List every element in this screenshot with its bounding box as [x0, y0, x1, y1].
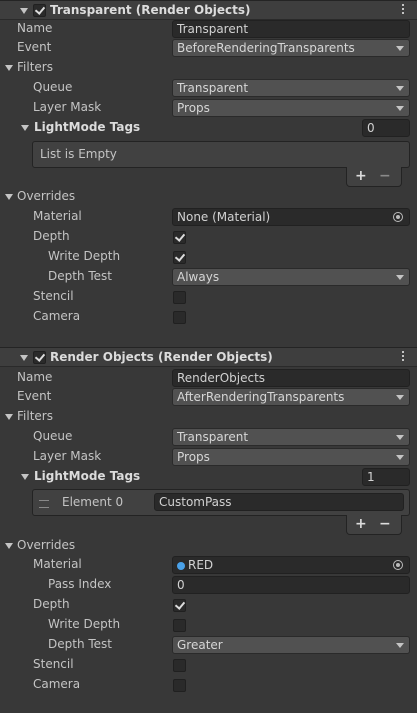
stencil-label: Stencil: [33, 657, 74, 671]
layer-mask-label: Layer Mask: [33, 449, 102, 463]
material-value: RED: [188, 558, 214, 572]
queue-dropdown[interactable]: Transparent: [172, 428, 410, 446]
overrides-foldout-icon[interactable]: [5, 194, 13, 200]
feature2-enabled-checkbox[interactable]: [33, 351, 46, 364]
lightmode-tags-label: LightMode Tags: [34, 469, 141, 483]
depth-label: Depth: [33, 597, 70, 611]
chevron-down-icon: [396, 46, 404, 51]
stencil-checkbox[interactable]: [173, 659, 186, 672]
remove-element-button[interactable]: −: [379, 168, 391, 184]
write-depth-checkbox[interactable]: [173, 619, 186, 632]
event-dropdown[interactable]: BeforeRenderingTransparents: [172, 39, 410, 57]
feature2-header[interactable]: Render Objects (Render Objects): [0, 347, 417, 367]
stencil-label: Stencil: [33, 289, 74, 303]
write-depth-label: Write Depth: [48, 617, 121, 631]
material-value: None (Material): [177, 210, 271, 224]
element-0-label: Element 0: [62, 495, 124, 509]
depth-test-dropdown[interactable]: Always: [172, 268, 410, 286]
chevron-down-icon: [396, 435, 404, 440]
chevron-down-icon: [396, 86, 404, 91]
name-field[interactable]: Transparent: [172, 20, 410, 38]
object-picker-icon[interactable]: [393, 212, 403, 222]
depth-test-value: Always: [177, 270, 220, 284]
list-add-remove-bar: + −: [346, 167, 402, 187]
lightmode-tags-count[interactable]: 0: [362, 119, 410, 137]
layer-mask-dropdown[interactable]: Props: [172, 448, 410, 466]
filters-label: Filters: [17, 409, 53, 423]
filters-label: Filters: [17, 60, 53, 74]
write-depth-label: Write Depth: [48, 249, 121, 263]
name-label: Name: [17, 370, 53, 384]
lightmode-tags-foldout-icon[interactable]: [21, 474, 29, 480]
remove-element-button[interactable]: −: [379, 516, 391, 532]
material-icon: [177, 562, 185, 570]
stencil-checkbox[interactable]: [173, 291, 186, 304]
name-label: Name: [17, 21, 53, 35]
chevron-down-icon: [396, 395, 404, 400]
overrides-label: Overrides: [17, 189, 76, 203]
material-field[interactable]: None (Material): [172, 208, 410, 226]
queue-label: Queue: [33, 429, 73, 443]
layer-mask-value: Props: [177, 101, 210, 115]
depth-test-value: Greater: [177, 638, 223, 652]
depth-label: Depth: [33, 229, 70, 243]
chevron-down-icon: [396, 106, 404, 111]
chevron-down-icon: [396, 275, 404, 280]
depth-checkbox[interactable]: [173, 231, 186, 244]
camera-checkbox[interactable]: [173, 311, 186, 324]
lightmode-tags-list: List is Empty: [32, 141, 410, 168]
event-value: BeforeRenderingTransparents: [177, 41, 355, 55]
depth-test-label: Depth Test: [48, 269, 112, 283]
depth-checkbox[interactable]: [173, 599, 186, 612]
camera-label: Camera: [33, 677, 81, 691]
name-field[interactable]: RenderObjects: [172, 369, 410, 387]
material-label: Material: [33, 209, 82, 223]
material-label: Material: [33, 557, 82, 571]
add-element-button[interactable]: +: [355, 516, 367, 532]
feature1-header[interactable]: Transparent (Render Objects): [0, 0, 417, 20]
empty-list-text: List is Empty: [40, 147, 117, 161]
queue-value: Transparent: [177, 81, 249, 95]
queue-label: Queue: [33, 80, 73, 94]
overrides-foldout-icon[interactable]: [5, 543, 13, 549]
lightmode-tags-count[interactable]: 1: [362, 468, 410, 486]
feature1-enabled-checkbox[interactable]: [33, 4, 46, 17]
overrides-label: Overrides: [17, 538, 76, 552]
lightmode-tags-foldout-icon[interactable]: [21, 125, 29, 131]
depth-test-dropdown[interactable]: Greater: [172, 636, 410, 654]
layer-mask-label: Layer Mask: [33, 100, 102, 114]
layer-mask-dropdown[interactable]: Props: [172, 99, 410, 117]
drag-handle-icon[interactable]: [39, 500, 49, 508]
pass-index-field[interactable]: 0: [172, 576, 410, 594]
event-value: AfterRenderingTransparents: [177, 390, 345, 404]
chevron-down-icon: [396, 643, 404, 648]
layer-mask-value: Props: [177, 450, 210, 464]
write-depth-checkbox[interactable]: [173, 251, 186, 264]
depth-test-label: Depth Test: [48, 637, 112, 651]
event-dropdown[interactable]: AfterRenderingTransparents: [172, 388, 410, 406]
filters-foldout-icon[interactable]: [5, 414, 13, 420]
feature1-more-options-icon[interactable]: [402, 4, 405, 17]
add-element-button[interactable]: +: [355, 168, 367, 184]
event-label: Event: [17, 389, 52, 403]
object-picker-icon[interactable]: [393, 560, 403, 570]
element-0-field[interactable]: CustomPass: [154, 493, 404, 511]
material-field[interactable]: RED: [172, 556, 410, 574]
queue-dropdown[interactable]: Transparent: [172, 79, 410, 97]
feature2-title: Render Objects (Render Objects): [50, 350, 273, 364]
lightmode-tags-label: LightMode Tags: [34, 120, 141, 134]
event-label: Event: [17, 40, 52, 54]
pass-index-label: Pass Index: [48, 577, 112, 591]
filters-foldout-icon[interactable]: [5, 65, 13, 71]
feature1-title: Transparent (Render Objects): [50, 3, 251, 17]
lightmode-tags-list: Element 0 CustomPass: [32, 489, 410, 516]
chevron-down-icon: [396, 455, 404, 460]
list-add-remove-bar: + −: [346, 515, 402, 535]
queue-value: Transparent: [177, 430, 249, 444]
feature2-foldout-arrow-icon[interactable]: [20, 355, 28, 361]
camera-label: Camera: [33, 309, 81, 323]
feature1-foldout-arrow-icon[interactable]: [20, 8, 28, 14]
feature2-more-options-icon[interactable]: [402, 351, 405, 364]
camera-checkbox[interactable]: [173, 679, 186, 692]
